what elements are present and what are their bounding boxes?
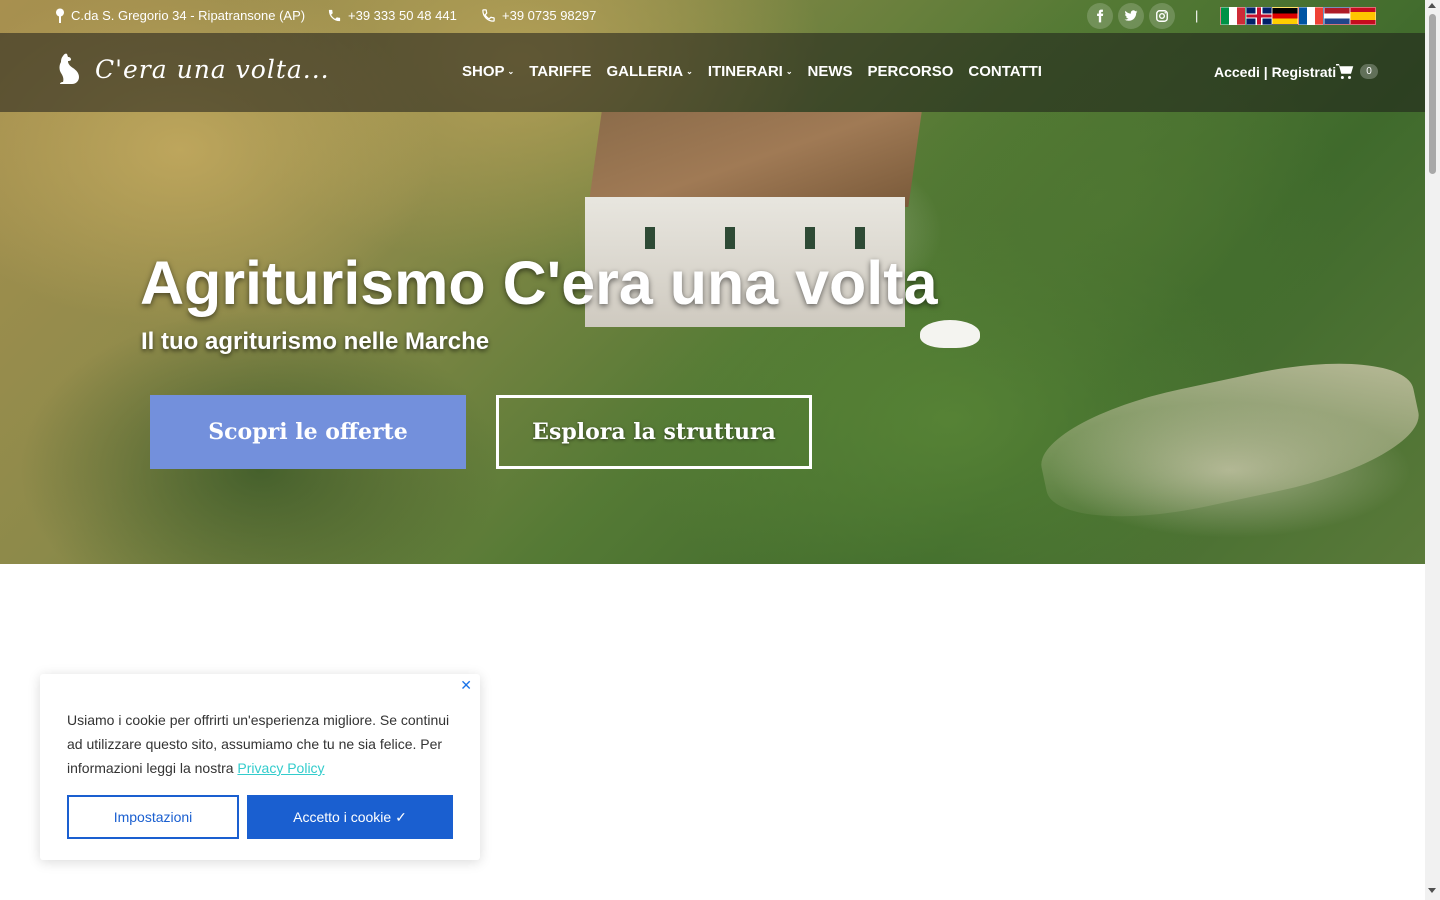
cookie-message: Usiamo i cookie per offrirti un'esperien… — [67, 708, 462, 780]
mobile-phone-item[interactable]: +39 333 50 48 441 — [327, 8, 457, 23]
language-switcher — [1220, 7, 1376, 25]
nav-item-label: ITINERARI — [707, 63, 783, 80]
phone-icon — [328, 9, 341, 22]
dutch-flag-icon[interactable] — [1324, 7, 1350, 25]
french-flag-icon[interactable] — [1298, 7, 1324, 25]
mobile-phone-text: +39 333 50 48 441 — [348, 8, 457, 23]
main-nav: SHOP ⌄ TARIFFE GALLERIA ⌄ ITINERARI ⌄ NE… — [462, 63, 1057, 80]
hero-subtitle: Il tuo agriturismo nelle Marche — [141, 328, 490, 355]
nav-item-label: TARIFFE — [529, 63, 592, 80]
main-header: C'era una volta... SHOP ⌄ TARIFFE GALLER… — [0, 33, 1425, 112]
top-bar: C.da S. Gregorio 34 - Ripatransone (AP) … — [0, 0, 1425, 33]
chevron-down-icon: ⌄ — [785, 67, 793, 76]
hero-background-umbrella — [920, 320, 980, 348]
close-icon[interactable]: ✕ — [460, 677, 472, 694]
nav-item-label: GALLERIA — [606, 63, 684, 80]
page-scrollbar[interactable] — [1425, 0, 1440, 900]
chevron-down-icon: ⌄ — [507, 67, 515, 76]
nav-item-label: PERCORSO — [867, 63, 954, 80]
hero-background-path — [1031, 341, 1425, 539]
phone-outline-icon — [482, 9, 495, 22]
accept-cookies-button[interactable]: Accetto i cookie ✓ — [247, 795, 453, 839]
german-flag-icon[interactable] — [1272, 7, 1298, 25]
english-flag-icon[interactable] — [1246, 7, 1272, 25]
shopping-cart-icon — [1336, 64, 1354, 79]
cookie-banner: ✕ Usiamo i cookie per offrirti un'esperi… — [40, 674, 480, 860]
logo-text: C'era una volta... — [95, 54, 330, 84]
instagram-icon[interactable] — [1149, 3, 1175, 29]
scroll-down-arrow-icon[interactable] — [1428, 888, 1436, 893]
scrollbar-thumb[interactable] — [1429, 14, 1436, 174]
nav-item-shop[interactable]: SHOP ⌄ — [462, 63, 514, 80]
hero-section: C.da S. Gregorio 34 - Ripatransone (AP) … — [0, 0, 1425, 564]
login-register-link[interactable]: Accedi | Registrati — [1214, 64, 1336, 80]
address-text: C.da S. Gregorio 34 - Ripatransone (AP) — [71, 8, 306, 23]
social-links — [1087, 3, 1175, 29]
topbar-separator: | — [1195, 8, 1199, 23]
nav-item-contatti[interactable]: CONTATTI — [968, 63, 1042, 80]
dog-logo-icon — [59, 53, 79, 84]
facebook-icon[interactable] — [1087, 3, 1113, 29]
nav-item-tariffe[interactable]: TARIFFE — [529, 63, 591, 80]
nav-item-news[interactable]: NEWS — [808, 63, 853, 80]
hero-title: Agriturismo C'era una volta — [140, 249, 938, 317]
twitter-icon[interactable] — [1118, 3, 1144, 29]
nav-item-label: NEWS — [807, 63, 853, 80]
italian-flag-icon[interactable] — [1220, 7, 1246, 25]
address-item: C.da S. Gregorio 34 - Ripatransone (AP) — [55, 8, 305, 23]
cart-button[interactable]: 0 — [1336, 63, 1378, 80]
cookie-settings-button[interactable]: Impostazioni — [67, 795, 239, 839]
nav-item-percorso[interactable]: PERCORSO — [868, 63, 954, 80]
scroll-up-arrow-icon[interactable] — [1428, 3, 1436, 8]
nav-item-label: CONTATTI — [968, 63, 1042, 80]
site-logo[interactable]: C'era una volta... — [55, 53, 330, 85]
landline-phone-text: +39 0735 98297 — [502, 8, 597, 23]
nav-item-itinerari[interactable]: ITINERARI ⌄ — [708, 63, 793, 80]
privacy-policy-link[interactable]: Privacy Policy — [237, 760, 324, 776]
landline-phone-item[interactable]: +39 0735 98297 — [481, 8, 596, 23]
discover-offers-button[interactable]: Scopri le offerte — [150, 395, 466, 469]
map-pin-icon — [56, 8, 64, 23]
nav-item-galleria[interactable]: GALLERIA ⌄ — [606, 63, 692, 80]
spanish-flag-icon[interactable] — [1350, 7, 1376, 25]
chevron-down-icon: ⌄ — [686, 67, 693, 76]
explore-structure-button[interactable]: Esplora la struttura — [496, 395, 812, 469]
nav-item-label: SHOP — [462, 63, 505, 80]
cart-count-badge: 0 — [1360, 64, 1378, 79]
